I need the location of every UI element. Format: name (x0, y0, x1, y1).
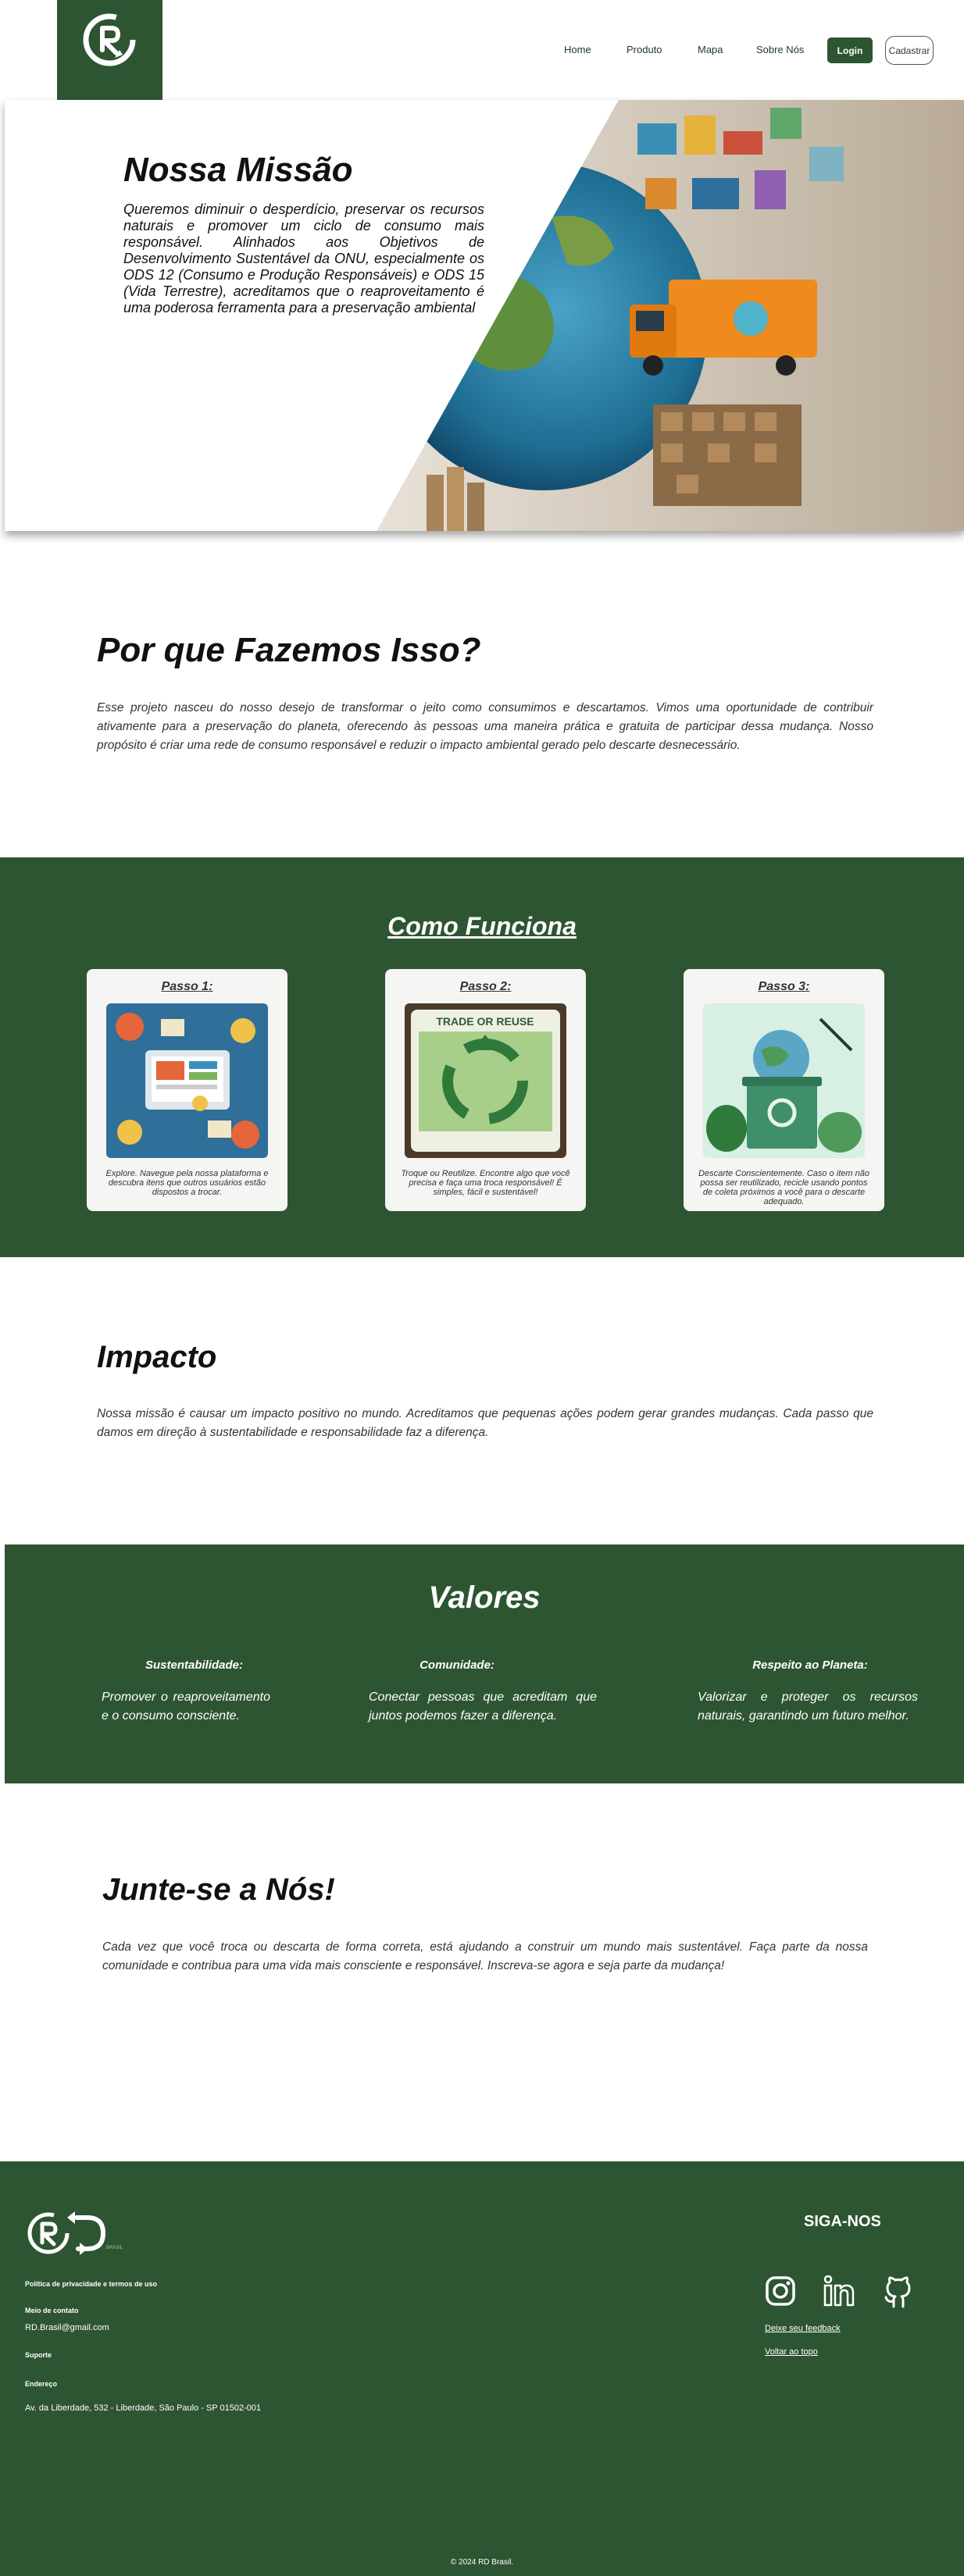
footer-logo[interactable]: BRASIL (25, 2208, 130, 2263)
address-label: Endereço (25, 2380, 58, 2388)
feedback-link[interactable]: Deixe seu feedback (765, 2324, 841, 2333)
values-section: Valores Sustentabilidade: Promover o rea… (5, 1545, 964, 1783)
step-text: Explore. Navegue pela nossa plataforma e… (105, 1169, 269, 1197)
how-it-works-section: Como Funciona Passo 1: Explore. Navegue … (0, 857, 964, 1257)
login-button[interactable]: Login (827, 37, 873, 63)
main-nav: Home Produto Mapa Sobre Nós Login Cadast… (0, 36, 964, 65)
svg-text:TRADE OR REUSE: TRADE OR REUSE (436, 1015, 534, 1028)
privacy-link[interactable]: Política de privacidade e termos de uso (25, 2280, 157, 2288)
hero-title: Nossa Missão (123, 151, 353, 189)
value-title: Respeito ao Planeta: (752, 1659, 868, 1672)
nav-produto[interactable]: Produto (627, 44, 662, 55)
join-title: Junte-se a Nós! (102, 1872, 335, 1907)
address-value: Av. da Liberdade, 532 - Liberdade, São P… (25, 2403, 262, 2413)
step-title: Passo 3: (758, 980, 810, 993)
contact-email[interactable]: RD.Brasil@gmail.com (25, 2323, 109, 2332)
hero-text: Queremos diminuir o desperdício, preserv… (123, 201, 484, 315)
values-title: Valores (428, 1580, 541, 1615)
step-card-1: Passo 1: Explore. Navegue pela nossa pla… (87, 969, 287, 1211)
nav-mapa[interactable]: Mapa (698, 44, 723, 55)
linkedin-icon[interactable] (823, 2275, 855, 2311)
svg-text:BRASIL: BRASIL (106, 2246, 123, 2250)
value-title: Comunidade: (420, 1659, 494, 1672)
impact-text: Nossa missão é causar um impacto positiv… (97, 1407, 873, 1439)
why-text: Esse projeto nasceu do nosso desejo de t… (97, 701, 873, 752)
why-title: Por que Fazemos Isso? (97, 631, 481, 669)
support-link[interactable]: Suporte (25, 2351, 52, 2359)
step-3-image (703, 1003, 865, 1158)
step-card-2: Passo 2: TRADE OR REUSE Troque ou Reutil… (385, 969, 586, 1211)
back-to-top-link[interactable]: Voltar ao topo (765, 2347, 818, 2357)
step-title: Passo 1: (161, 980, 213, 993)
signup-button[interactable]: Cadastrar (885, 36, 934, 65)
step-text: Descarte Conscientemente. Caso o item nã… (698, 1169, 869, 1206)
step-title: Passo 2: (459, 980, 512, 993)
step-2-image: TRADE OR REUSE (405, 1003, 566, 1158)
value-title: Sustentabilidade: (145, 1659, 244, 1672)
step-text: Troque ou Reutilize. Encontre algo que v… (401, 1169, 570, 1197)
instagram-icon[interactable] (765, 2275, 796, 2311)
impact-title: Impacto (97, 1340, 217, 1374)
contact-label: Meio de contato (25, 2307, 79, 2314)
follow-heading: SIGA-NOS (804, 2213, 881, 2230)
copyright: © 2024 RD Brasil. (450, 2558, 514, 2567)
mission-hero: Nossa Missão Queremos diminuir o desperd… (5, 100, 964, 531)
join-text: Cada vez que você troca ou descarta de f… (102, 1940, 868, 1972)
value-text: Promover o reaproveitamento e o consumo … (102, 1691, 270, 1723)
value-text: Conectar pessoas que acreditam que junto… (369, 1691, 597, 1723)
site-header: Home Produto Mapa Sobre Nós Login Cadast… (0, 0, 964, 100)
step-1-image (106, 1003, 268, 1158)
site-footer: BRASIL Política de privacidade e termos … (0, 2161, 964, 2576)
how-title: Como Funciona (387, 912, 577, 940)
step-card-3: Passo 3: Descarte Conscientemente. Caso … (684, 969, 884, 1211)
nav-sobre-nos[interactable]: Sobre Nós (756, 44, 804, 55)
value-text: Valorizar e proteger os recursos naturai… (698, 1691, 918, 1723)
recycle-logo-icon: BRASIL (27, 2211, 123, 2255)
github-icon[interactable] (883, 2275, 914, 2312)
nav-home[interactable]: Home (564, 44, 591, 55)
